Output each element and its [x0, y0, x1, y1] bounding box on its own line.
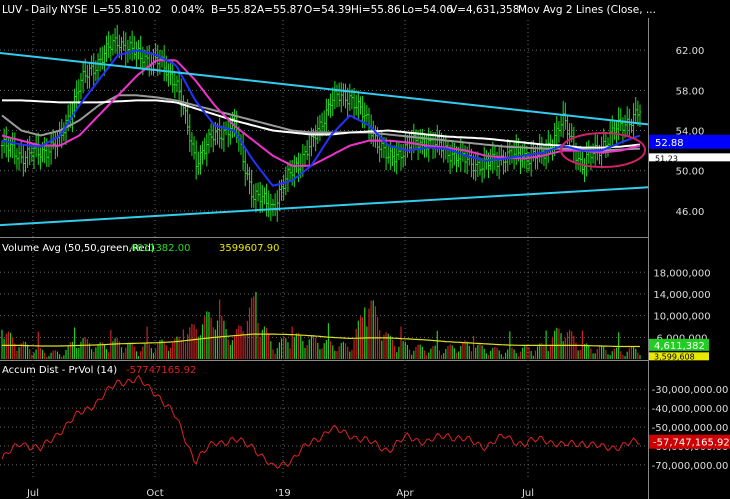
accum-tick-label: -50,000,000.00 — [652, 423, 729, 434]
volume-value-label: 4611382.00 — [130, 243, 190, 254]
date-tick-label: Oct — [146, 488, 163, 499]
accum-tick-label: -30,000,000.00 — [652, 385, 729, 396]
volume-text: V=4,631,358 — [450, 4, 519, 16]
symbol-text: LUV — [2, 4, 23, 16]
accum-tick-label: -40,000,000.00 — [652, 404, 729, 415]
accum-badge-text: -57,747,165.92 — [653, 438, 730, 449]
header-sep-1: - — [25, 4, 29, 16]
interval-text: Daily — [31, 4, 58, 16]
open-text: O=54.39 — [304, 4, 351, 16]
price-tick-label: 50.00 — [676, 167, 705, 178]
low-text: Lo=54.06 — [402, 4, 453, 16]
price-badge-blue-text: 52.88 — [655, 138, 684, 149]
date-tick-label: Jul — [26, 488, 39, 499]
volume-badge-yellow-text: 3,599,608 — [654, 352, 695, 361]
volume-tick-label: 18,000,000 — [653, 268, 710, 279]
change-pct-text: 0.04% — [171, 4, 204, 16]
bid-text: B=55.82 — [211, 4, 257, 16]
study-text: Mov Avg 2 Lines (Close, ... — [518, 4, 656, 16]
accum-label: Accum Dist - PrVol (14) — [2, 365, 117, 376]
price-badge-white-text: 51.23 — [655, 154, 678, 163]
accum-tick-label: -70,000,000.00 — [652, 461, 729, 472]
high-text: Hi=55.86 — [351, 4, 401, 16]
ask-text: A=55.87 — [257, 4, 303, 16]
chart-header: LUV - Daily NYSE L=55.81 0.02 0.04% B=55… — [2, 4, 656, 16]
accum-value-label: -57747165.92 — [126, 365, 196, 376]
volume-badge-green-text: 4,611,382 — [654, 341, 705, 352]
change-text: 0.02 — [138, 4, 161, 16]
date-tick-label: Apr — [396, 488, 414, 499]
date-tick-label: Jul — [521, 488, 534, 499]
exchange-text: NYSE — [60, 4, 88, 16]
price-tick-label: 62.00 — [676, 46, 705, 57]
price-tick-label: 58.00 — [676, 86, 705, 97]
date-tick-label: '19 — [275, 488, 290, 499]
price-tick-label: 46.00 — [676, 207, 705, 218]
volume-avg-value-label: 3599607.90 — [219, 243, 279, 254]
stock-chart: LUV - Daily NYSE L=55.81 0.02 0.04% B=55… — [0, 0, 730, 499]
last-price-text: L=55.81 — [93, 4, 138, 16]
volume-tick-label: 10,000,000 — [653, 312, 710, 323]
volume-tick-label: 14,000,000 — [653, 290, 710, 301]
